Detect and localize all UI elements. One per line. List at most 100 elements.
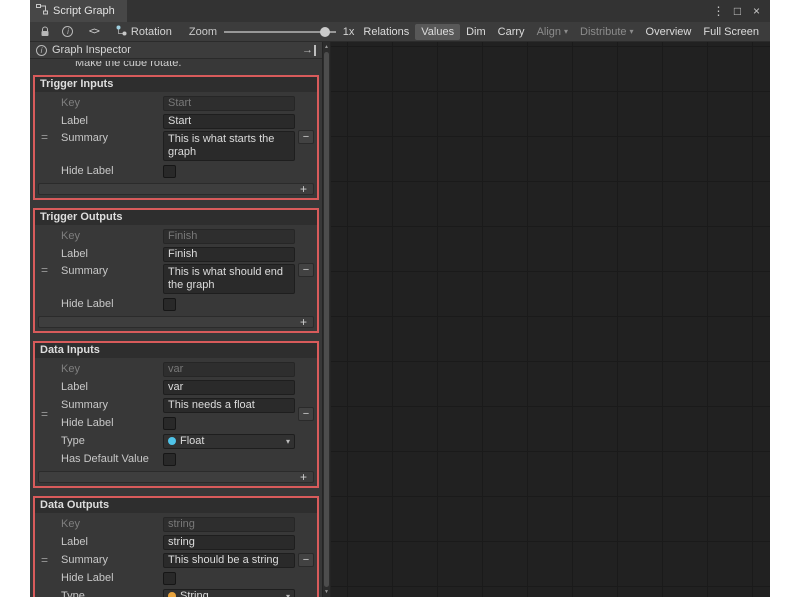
scroll-down-icon[interactable]: ▼ bbox=[323, 589, 330, 595]
lock-icon[interactable] bbox=[35, 24, 55, 40]
drag-handle-icon[interactable]: = bbox=[41, 265, 48, 275]
hide-label-checkbox[interactable] bbox=[163, 417, 176, 430]
summary-input[interactable] bbox=[163, 398, 295, 413]
drag-handle-icon[interactable]: = bbox=[41, 409, 48, 419]
remove-item-button[interactable]: − bbox=[298, 553, 314, 567]
title-bar: Script Graph ⋮ □ × bbox=[30, 0, 770, 22]
code-icon[interactable]: <> bbox=[81, 24, 107, 40]
float-type-icon bbox=[168, 437, 176, 445]
list-item: = Key Label Summary This is what starts … bbox=[35, 95, 317, 179]
field-label: Summary bbox=[61, 131, 163, 146]
drag-handle-icon[interactable]: = bbox=[41, 555, 48, 565]
carry-button[interactable]: Carry bbox=[492, 24, 531, 40]
tab-script-graph[interactable]: Script Graph bbox=[30, 0, 127, 22]
summary-input[interactable] bbox=[163, 553, 295, 568]
graph-inspector-header: i Graph Inspector → bbox=[30, 42, 322, 59]
graph-toolbar: i <> Rotation Zoom 1x Relations Values D… bbox=[30, 22, 770, 42]
field-label: Hide Label bbox=[61, 571, 163, 586]
label-input[interactable] bbox=[163, 114, 295, 129]
hide-label-checkbox[interactable] bbox=[163, 298, 176, 311]
chevron-down-icon: ▾ bbox=[286, 592, 290, 598]
zoom-slider-handle[interactable] bbox=[320, 27, 330, 37]
field-label: Label bbox=[61, 380, 163, 395]
field-label: Type bbox=[61, 434, 163, 449]
dim-button[interactable]: Dim bbox=[460, 24, 492, 40]
zoom-label: Zoom bbox=[189, 26, 217, 38]
remove-item-button[interactable]: − bbox=[298, 263, 314, 277]
field-label: Summary bbox=[61, 398, 163, 413]
key-input bbox=[163, 517, 295, 532]
inspector-content: Make the cube rotate. Trigger Inputs = K… bbox=[30, 59, 322, 597]
add-item-button[interactable]: + bbox=[294, 185, 313, 194]
remove-item-button[interactable]: − bbox=[298, 407, 314, 421]
add-item-button[interactable]: + bbox=[294, 318, 313, 327]
field-label: Hide Label bbox=[61, 164, 163, 179]
field-label: Key bbox=[61, 362, 163, 377]
list-footer: + bbox=[38, 183, 314, 195]
scrollbar-thumb[interactable] bbox=[324, 52, 329, 587]
has-default-checkbox[interactable] bbox=[163, 453, 176, 466]
dock-panel-icon[interactable]: → bbox=[302, 45, 316, 56]
type-row: Type String ▾ bbox=[35, 588, 317, 597]
list-item: = Key Label Summary This is what should … bbox=[35, 228, 317, 312]
zoom-slider[interactable] bbox=[224, 25, 336, 39]
graph-asset-icon bbox=[116, 25, 127, 39]
field-label: Label bbox=[61, 247, 163, 262]
field-label: Key bbox=[61, 229, 163, 244]
string-type-icon bbox=[168, 592, 176, 597]
remove-item-button[interactable]: − bbox=[298, 130, 314, 144]
type-dropdown[interactable]: Float ▾ bbox=[163, 434, 295, 449]
distribute-dropdown: Distribute ▾ bbox=[574, 24, 639, 40]
hide-label-row: Hide Label bbox=[35, 296, 317, 312]
add-item-button[interactable]: + bbox=[294, 473, 313, 482]
hide-label-checkbox[interactable] bbox=[163, 165, 176, 178]
values-button[interactable]: Values bbox=[415, 24, 460, 40]
graph-inspector-panel: i Graph Inspector → Make the cube rotate… bbox=[30, 42, 322, 597]
graph-grid-canvas[interactable] bbox=[331, 42, 770, 597]
label-input[interactable] bbox=[163, 380, 295, 395]
close-icon[interactable]: × bbox=[747, 4, 766, 18]
type-value: String bbox=[180, 590, 209, 597]
chevron-down-icon: ▾ bbox=[564, 27, 568, 36]
chevron-down-icon: ▾ bbox=[630, 27, 634, 36]
overview-button[interactable]: Overview bbox=[640, 24, 698, 40]
maximize-icon[interactable]: □ bbox=[728, 4, 747, 18]
menu-icon[interactable]: ⋮ bbox=[709, 4, 728, 18]
label-input[interactable] bbox=[163, 535, 295, 550]
label-row: Label bbox=[35, 113, 317, 129]
key-input bbox=[163, 362, 295, 377]
key-input bbox=[163, 96, 295, 111]
inspector-title: Graph Inspector bbox=[52, 44, 131, 56]
summary-textarea[interactable]: This is what starts the graph bbox=[163, 131, 295, 161]
field-label: Summary bbox=[61, 264, 163, 279]
label-input[interactable] bbox=[163, 247, 295, 262]
section-title: Trigger Inputs bbox=[35, 77, 317, 92]
full-screen-button[interactable]: Full Screen bbox=[697, 24, 765, 40]
toolbar-buttons: Relations Values Dim Carry Align ▾ Distr… bbox=[357, 22, 765, 41]
relations-button[interactable]: Relations bbox=[357, 24, 415, 40]
section-title: Data Inputs bbox=[35, 343, 317, 358]
label-row: Label bbox=[35, 534, 317, 550]
info-icon[interactable]: i bbox=[58, 24, 78, 40]
hide-label-row: Hide Label bbox=[35, 570, 317, 586]
type-value: Float bbox=[180, 435, 204, 447]
summary-row: Summary bbox=[35, 397, 317, 413]
tab-title: Script Graph bbox=[53, 5, 115, 17]
list-footer: + bbox=[38, 316, 314, 328]
list-item: = Key Label Summary bbox=[35, 361, 317, 467]
scroll-up-icon[interactable]: ▲ bbox=[323, 44, 330, 50]
zoom-value: 1x bbox=[343, 26, 355, 38]
hide-label-checkbox[interactable] bbox=[163, 572, 176, 585]
section-data-outputs: Data Outputs = Key Label Summary bbox=[33, 496, 319, 597]
label-row: Label bbox=[35, 379, 317, 395]
summary-textarea[interactable]: This is what should end the graph bbox=[163, 264, 295, 294]
window-controls: ⋮ □ × bbox=[709, 0, 770, 22]
field-label: Key bbox=[61, 96, 163, 111]
chevron-down-icon: ▾ bbox=[286, 437, 290, 446]
script-graph-icon bbox=[36, 4, 48, 18]
type-dropdown[interactable]: String ▾ bbox=[163, 589, 295, 598]
drag-handle-icon[interactable]: = bbox=[41, 132, 48, 142]
graph-asset-button[interactable]: Rotation bbox=[110, 25, 178, 39]
list-item: = Key Label Summary bbox=[35, 516, 317, 597]
inspector-scrollbar[interactable]: ▲ ▼ bbox=[322, 42, 331, 597]
